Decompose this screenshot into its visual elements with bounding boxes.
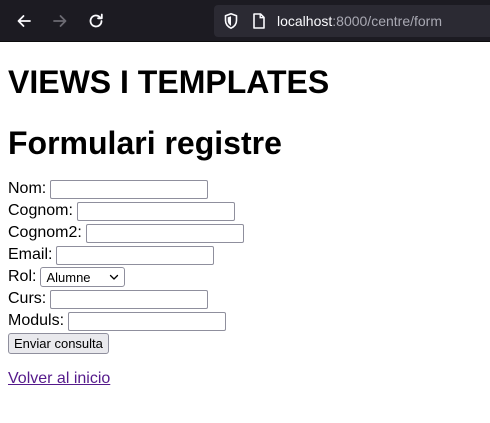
curs-row: Curs:: [8, 288, 482, 310]
page-content: VIEWS I TEMPLATES Formulari registre Nom…: [0, 64, 490, 388]
nom-input[interactable]: [50, 179, 209, 199]
forward-button[interactable]: [45, 6, 75, 36]
cognom2-label: Cognom2:: [8, 224, 82, 241]
rol-selected-value: Alumne: [46, 269, 91, 285]
email-row: Email:: [8, 244, 482, 266]
url-path: :8000/centre/form: [332, 13, 442, 29]
nom-label: Nom:: [8, 180, 47, 197]
cognom-input[interactable]: [76, 201, 235, 221]
nom-row: Nom:: [8, 178, 482, 200]
url-host: localhost: [277, 13, 333, 29]
email-input[interactable]: [56, 245, 215, 265]
rol-select[interactable]: Alumne: [40, 267, 126, 287]
cognom-label: Cognom:: [8, 202, 73, 219]
shield-icon[interactable]: [222, 12, 240, 30]
reload-icon: [89, 13, 103, 28]
moduls-label: Moduls:: [8, 312, 65, 329]
browser-toolbar: localhost:8000/centre/form: [0, 0, 490, 42]
back-to-home-link[interactable]: Volver al inicio: [8, 370, 110, 388]
url-bar[interactable]: localhost:8000/centre/form: [214, 5, 490, 37]
cognom-row: Cognom:: [8, 200, 482, 222]
rol-row: Rol: Alumne: [8, 266, 482, 288]
curs-label: Curs:: [8, 290, 47, 307]
chevron-down-icon: [110, 274, 119, 280]
email-label: Email:: [8, 246, 53, 263]
submit-row: Enviar consulta: [8, 332, 482, 354]
registration-form: Nom: Cognom: Cognom2: Email: Rol: Alumne: [8, 178, 482, 354]
cognom2-input[interactable]: [85, 223, 244, 243]
forward-arrow-icon: [53, 15, 67, 27]
form-title: Formulari registre: [8, 125, 282, 161]
page-title: VIEWS I TEMPLATES: [8, 64, 330, 100]
url-text[interactable]: localhost:8000/centre/form: [277, 13, 442, 29]
page-icon[interactable]: [250, 12, 268, 30]
curs-input[interactable]: [50, 289, 209, 309]
moduls-row: Moduls:: [8, 310, 482, 332]
back-arrow-icon: [17, 15, 31, 27]
submit-button[interactable]: Enviar consulta: [8, 333, 109, 354]
moduls-input[interactable]: [68, 311, 227, 331]
rol-label: Rol:: [8, 268, 37, 285]
cognom2-row: Cognom2:: [8, 222, 482, 244]
back-button[interactable]: [9, 6, 39, 36]
reload-button[interactable]: [81, 6, 111, 36]
